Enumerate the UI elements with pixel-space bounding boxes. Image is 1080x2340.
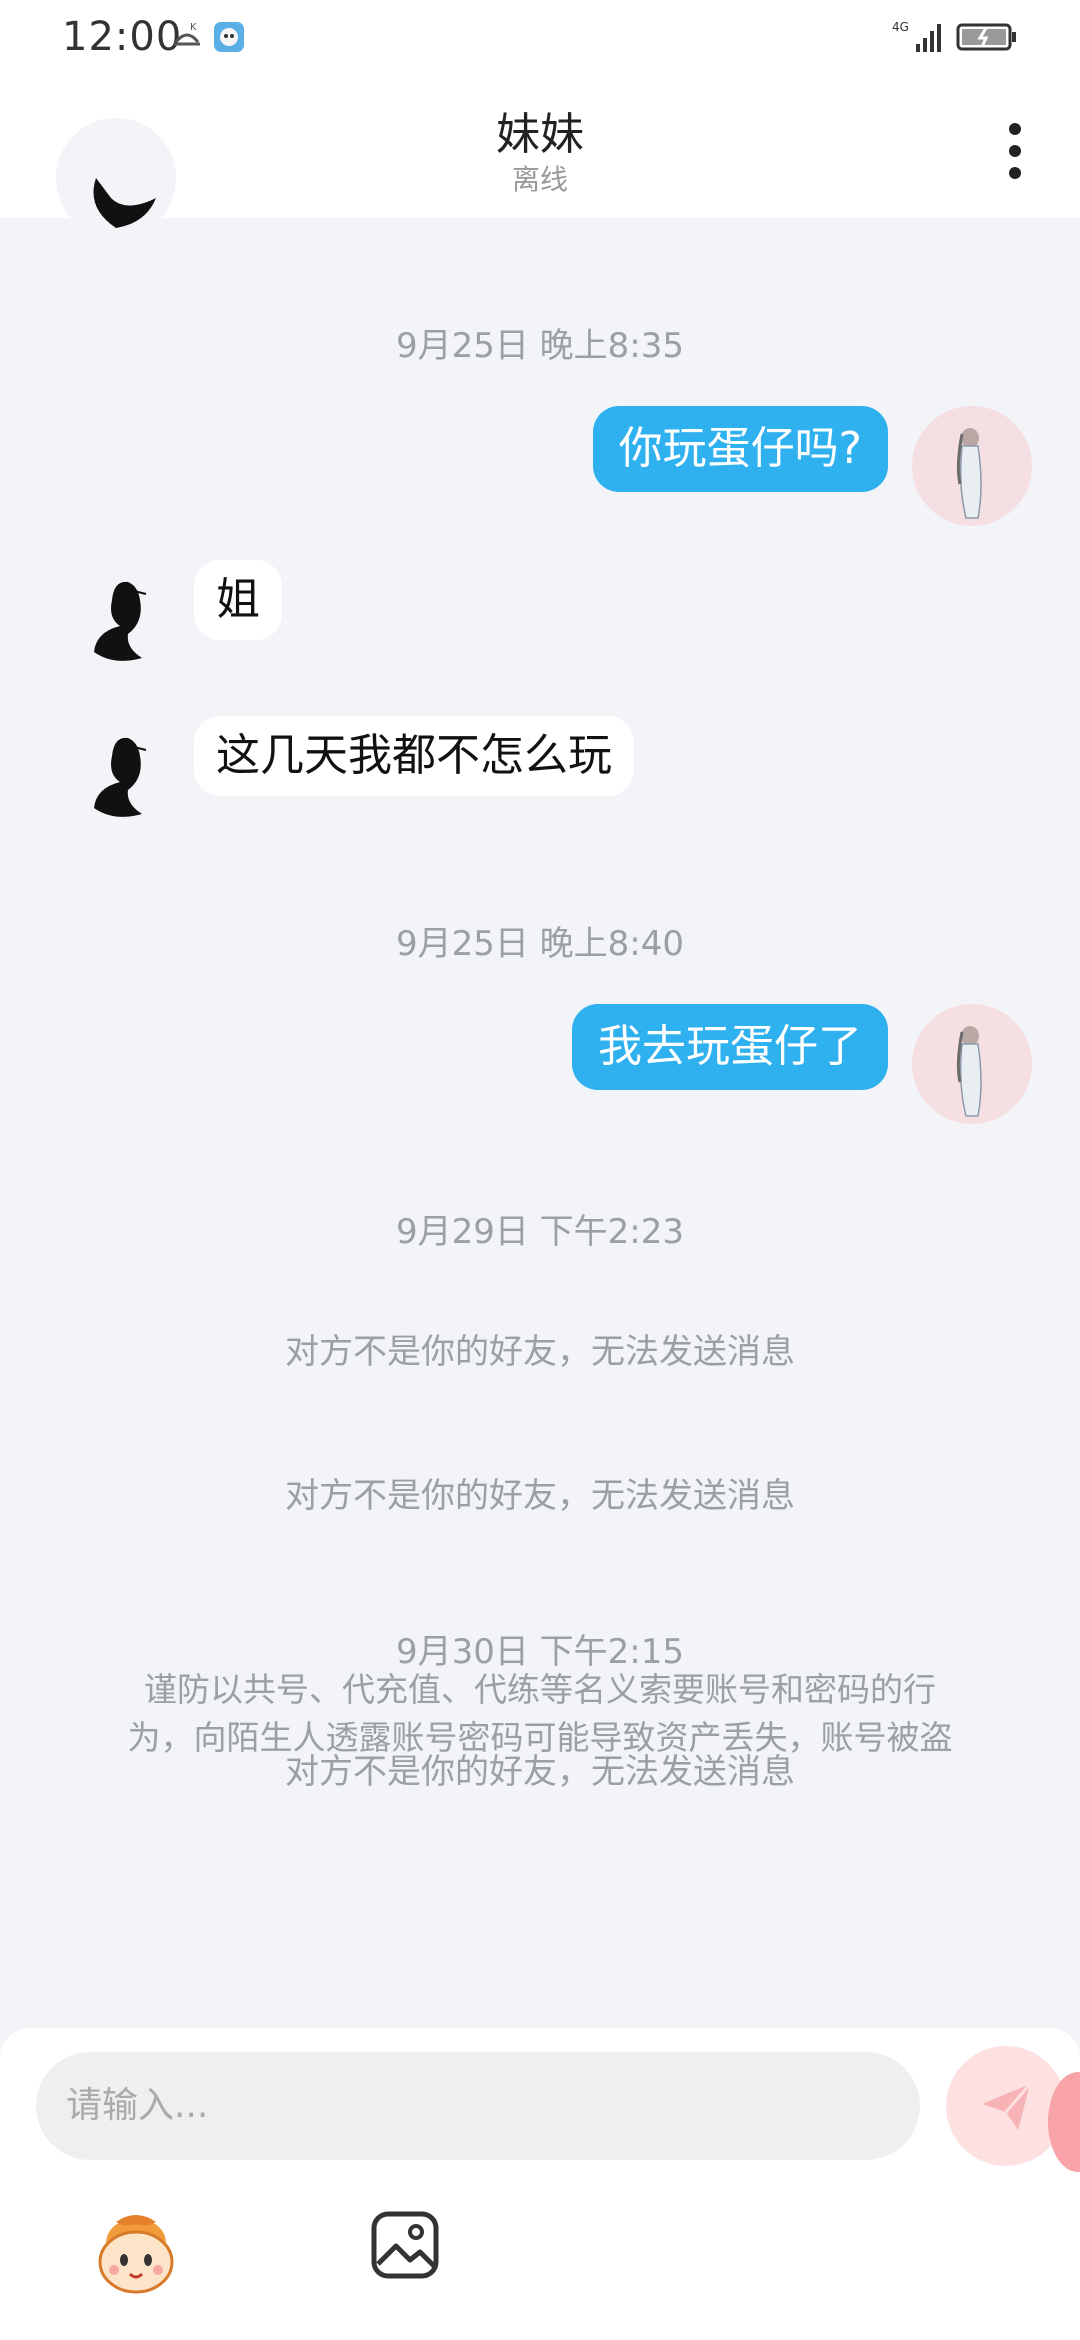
timestamp: 9月25日 晚上8:40 [395,924,685,964]
image-icon[interactable] [370,2210,440,2280]
message-bubble-out[interactable]: 你玩蛋仔吗? [592,406,888,492]
system-notice: 对方不是你的好友，无法发送消息 [285,1332,795,1372]
contact-avatar[interactable] [56,560,176,680]
input-bar: 请输入... [0,2028,1080,2340]
network-label: 4G [892,20,909,34]
message-bubble-out[interactable]: 我去玩蛋仔了 [572,1004,888,1090]
warning-line: 谨防以共号、代充值、代练等名义索要账号和密码的行 [144,1670,936,1709]
girl-avatar-icon [912,1004,1032,1124]
silhouette-avatar-icon [94,737,147,817]
send-button[interactable] [946,2046,1066,2166]
emoji-avatar-icon[interactable] [90,2208,182,2300]
system-notice: 对方不是你的好友，无法发送消息 [285,1476,795,1516]
my-avatar[interactable] [912,1004,1032,1124]
message-input[interactable]: 请输入... [36,2052,920,2160]
svg-text:K: K [190,22,197,33]
signal-icon: 4G [892,20,941,52]
contact-avatar[interactable] [56,118,176,238]
chat-screen: 12:00 K 4G 妹妹 离线 9月25日 晚上8:35 你玩蛋仔吗? 姐 这… [0,0,1080,2340]
silhouette-avatar-icon [94,581,147,661]
timestamp: 9月29日 下午2:23 [395,1212,685,1252]
alarm-off-icon: K [174,22,200,46]
message-bubble-in[interactable]: 姐 [194,560,282,640]
send-icon [982,2083,1032,2130]
more-vertical-icon [1009,123,1021,179]
my-avatar[interactable] [912,406,1032,526]
status-bar: 12:00 K 4G [0,0,1080,80]
more-options-button[interactable] [1000,116,1030,186]
warning-line: 为，向陌生人透露账号密码可能导致资产丢失，账号被盗 [127,1718,953,1757]
app-notification-icon [214,22,244,52]
contact-avatar[interactable] [56,716,176,836]
girl-avatar-icon [912,406,1032,526]
security-warning: 谨防以共号、代充值、代练等名义索要账号和密码的行 为，向陌生人透露账号密码可能导… [60,1666,1020,1762]
battery-icon [956,23,1016,51]
silhouette-avatar-icon [93,178,156,228]
message-bubble-in[interactable]: 这几天我都不怎么玩 [194,716,634,796]
status-time: 12:00 [62,14,183,60]
timestamp: 9月25日 晚上8:35 [395,326,685,366]
